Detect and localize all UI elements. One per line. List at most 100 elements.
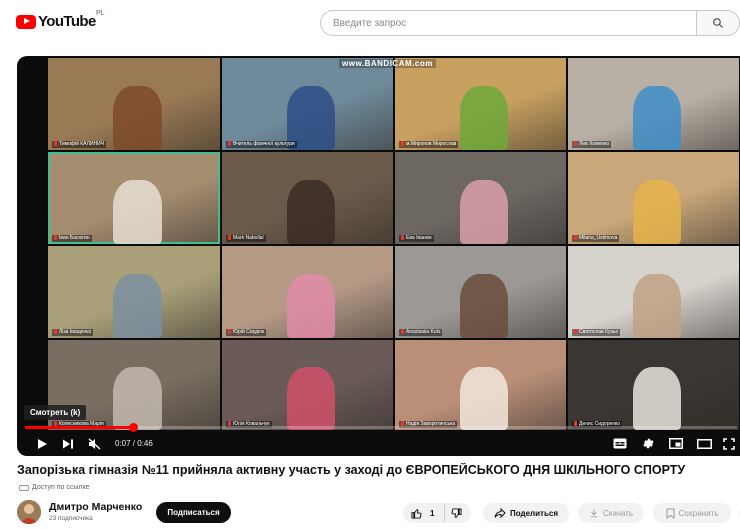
next-button[interactable] [55,431,81,456]
channel-avatar[interactable] [17,500,41,524]
miniplayer-button[interactable] [662,431,690,456]
owner-row: Дмитро Марченко 23 подписчика Подписатьс… [17,498,740,526]
search-icon [713,18,723,28]
participant-name-text: Mark Nabollal [233,235,264,241]
search-button[interactable] [696,10,740,36]
play-pause-tooltip: Смотреть (k) [24,405,87,420]
mic-muted-icon [228,235,231,240]
participant-tile: Святослав Кузьо [568,246,739,338]
participant-video-figure [286,367,335,430]
download-label: Скачать [603,508,633,518]
participant-video-figure [113,273,162,338]
participant-video-figure [113,179,162,244]
mic-muted-icon [54,141,57,146]
download-button[interactable]: Скачать [578,503,644,523]
subscribe-button[interactable]: Подписаться [156,502,231,523]
fullscreen-icon [723,437,735,450]
masthead: YouTube PL Введите запрос [0,0,740,46]
mic-muted-icon [228,141,231,146]
participant-video-figure [459,273,508,338]
participant-video-figure [632,85,681,150]
participant-name: Ева Іванюк [399,235,434,242]
subtitles-button[interactable] [606,431,634,456]
bookmark-icon [666,508,675,519]
participant-video-figure [632,273,681,338]
youtube-play-icon [16,14,36,29]
participant-name-text: Іван Басюгин [59,235,90,241]
participant-tile: Вчитель фізичної культури [222,58,393,150]
share-label: Поделиться [509,508,558,518]
progress-played [25,426,134,429]
participant-name: м.Миронов Мирослав [399,141,459,148]
share-button[interactable]: Поделиться [483,503,569,523]
mic-muted-icon [401,329,404,334]
progress-bar[interactable] [25,423,737,432]
participant-name-text: Milana_Ustimova [579,235,618,241]
search-input[interactable]: Введите запрос [320,10,696,36]
like-dislike-group: 1 [403,503,471,523]
participant-name: Anastasiia Kuts [399,329,443,336]
participant-name-text: Тимофій КАЛИНИЧ [59,141,105,147]
participant-name-text: Ева Іванюк [406,235,432,241]
video-call-grid: Тимофій КАЛИНИЧ Вчитель фізичної культури… [48,58,739,430]
participant-name-text: Святослав Кузьо [579,329,619,335]
theater-mode-icon [696,438,712,449]
channel-name[interactable]: Дмитро Марченко [49,501,142,513]
mic-muted-icon [574,329,577,334]
logo-text: YouTube [38,13,96,30]
avatar-image [17,500,41,524]
participant-video-figure [286,179,335,244]
mic-muted-icon [401,141,404,146]
participant-tile: Mark Nabollal [222,152,393,244]
fullscreen-button[interactable] [718,431,740,456]
download-icon [590,509,598,518]
settings-button[interactable] [634,431,662,456]
participant-name-text: м.Миронов Мирослав [406,141,457,147]
link-icon [19,484,29,491]
like-button[interactable]: 1 [403,503,445,523]
participant-tile: Лев Хоменко [568,58,739,150]
participant-tile: Юлія Ковальчук [222,340,393,430]
participant-video-figure [113,367,162,430]
recorder-watermark: www.BANDICAM.com [339,59,436,68]
participant-tile: Денис Сидоренко [568,340,739,430]
participant-tile: Milana_Ustimova [568,152,739,244]
participant-video-figure [632,179,681,244]
dislike-button[interactable] [445,503,471,523]
participant-tile: Anastasiia Kuts [395,246,566,338]
mute-button[interactable] [81,431,107,456]
visibility-badge: Доступ по ссылке [19,484,90,491]
share-icon [494,508,506,518]
participant-name-text: Вчитель фізичної культури [233,141,295,147]
participant-video-figure [632,367,681,430]
video-title: Запорізька гімназія №11 прийняла активну… [17,463,686,477]
participant-name: Вчитель фізичної культури [226,141,297,148]
gear-icon [642,438,654,449]
volume-muted-icon [87,437,101,450]
subtitles-icon [613,438,627,449]
participant-tile: м.Миронов Мирослав [395,58,566,150]
participant-tile: Тимофій КАЛИНИЧ [48,58,220,150]
participant-name: Святослав Кузьо [572,329,621,336]
participant-name: Mark Nabollal [226,235,266,242]
theater-mode-button[interactable] [690,431,718,456]
youtube-logo[interactable]: YouTube PL [16,10,105,30]
video-player[interactable]: Тимофій КАЛИНИЧ Вчитель фізичної культури… [17,56,740,456]
player-controls-right [606,431,740,456]
participant-name-text: Anastasiia Kuts [406,329,441,335]
play-button[interactable] [29,431,55,456]
time-display: 0:07 / 0:46 [115,439,153,448]
participant-tile: Юрій Сердюк [222,246,393,338]
participant-tile: Ева Іванюк [395,152,566,244]
participant-video-figure [286,273,335,338]
participant-video-figure [459,179,508,244]
save-button[interactable]: Сохранить [653,503,731,523]
visibility-label: Доступ по ссылке [32,484,90,491]
miniplayer-icon [669,438,683,449]
mic-muted-icon [228,329,231,334]
participant-tile: Надія Заворотинська [395,340,566,430]
mic-muted-icon [574,235,577,240]
thumbs-down-icon [451,507,462,518]
participant-name: Ліза Іващенко [52,329,94,336]
participant-name-text: Лев Хоменко [579,141,610,147]
